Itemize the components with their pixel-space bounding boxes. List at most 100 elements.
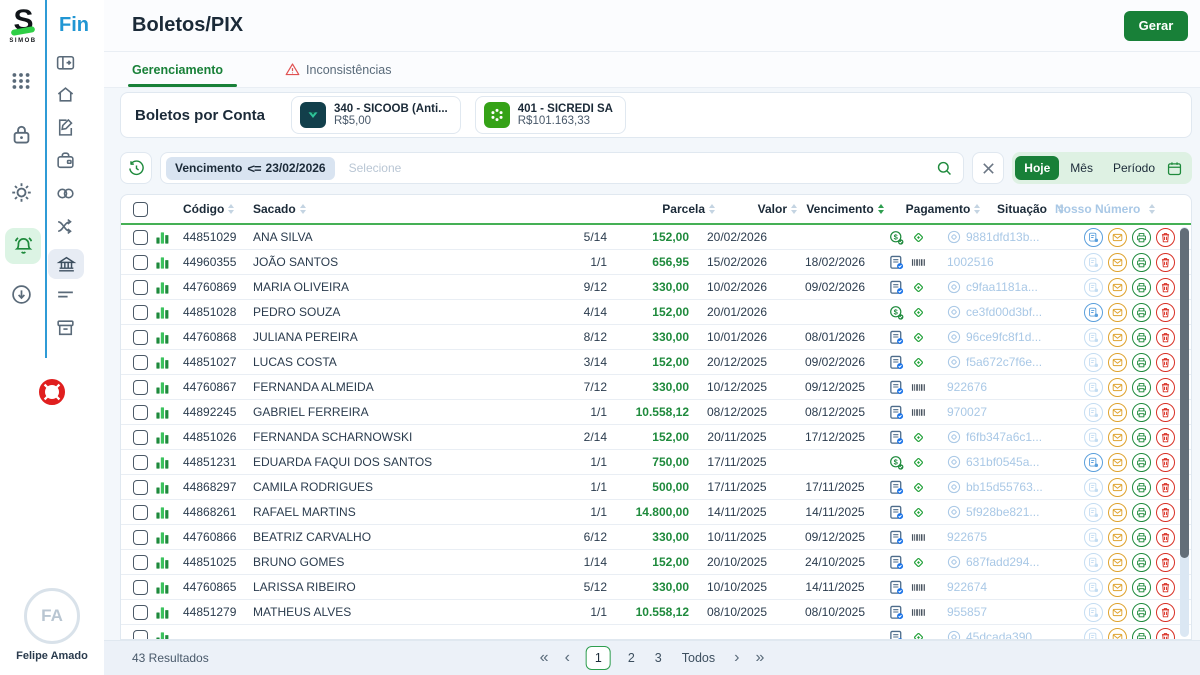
prev-page-button[interactable]: ‹ [565,649,570,667]
bank-icon[interactable] [48,249,84,279]
email-button[interactable] [1108,403,1127,422]
delete-button[interactable] [1156,578,1175,597]
delete-button[interactable] [1156,378,1175,397]
search-icon[interactable] [936,160,953,177]
cell-nosso-numero[interactable]: c9faa1181a... [947,280,1067,294]
row-checkbox[interactable] [133,480,148,495]
panel-icon[interactable] [55,52,76,73]
cell-nosso-numero[interactable]: 922676 [947,380,1067,394]
boleto-update-button[interactable] [1084,228,1103,247]
installments-chart-icon[interactable] [155,480,170,495]
boleto-update-button[interactable] [1084,503,1103,522]
cell-nosso-numero[interactable]: ce3fd00d3bf... [947,305,1067,319]
installments-chart-icon[interactable] [155,405,170,420]
column-header-sit[interactable]: Situação [993,202,1055,216]
boleto-update-button[interactable] [1084,353,1103,372]
cell-nosso-numero[interactable]: 922675 [947,530,1067,544]
installments-chart-icon[interactable] [155,380,170,395]
filter-input[interactable]: Vencimento <= 23/02/2026 Selecione [160,152,964,184]
row-checkbox[interactable] [133,255,148,270]
page-button[interactable]: 3 [652,647,665,669]
cell-nosso-numero[interactable]: f6fb347a6c1... [947,430,1067,444]
installments-chart-icon[interactable] [155,230,170,245]
installments-chart-icon[interactable] [155,580,170,595]
email-button[interactable] [1108,303,1127,322]
installments-chart-icon[interactable] [155,455,170,470]
installments-chart-icon[interactable] [155,530,170,545]
email-button[interactable] [1108,328,1127,347]
boleto-update-button[interactable] [1084,403,1103,422]
calendar-icon[interactable] [1166,160,1183,177]
delete-button[interactable] [1156,553,1175,572]
installments-chart-icon[interactable] [155,255,170,270]
email-button[interactable] [1108,353,1127,372]
row-checkbox[interactable] [133,405,148,420]
row-checkbox[interactable] [133,605,148,620]
boleto-update-button[interactable] [1084,453,1103,472]
email-button[interactable] [1108,428,1127,447]
print-button[interactable] [1132,528,1151,547]
cell-nosso-numero[interactable]: 9881dfd13b... [947,230,1067,244]
boleto-update-button[interactable] [1084,578,1103,597]
print-button[interactable] [1132,228,1151,247]
email-button[interactable] [1108,553,1127,572]
period-today-button[interactable]: Hoje [1015,156,1059,180]
column-header-venc[interactable]: Vencimento [797,202,893,216]
email-button[interactable] [1108,278,1127,297]
cell-nosso-numero[interactable]: f5a672c7f6e... [947,355,1067,369]
row-checkbox[interactable] [133,555,148,570]
installments-chart-icon[interactable] [155,555,170,570]
print-button[interactable] [1132,603,1151,622]
email-button[interactable] [1108,503,1127,522]
page-button[interactable]: 2 [625,647,638,669]
generate-button[interactable]: Gerar [1124,11,1188,41]
email-button[interactable] [1108,628,1127,641]
tab-management[interactable]: Gerenciamento [132,52,223,87]
delete-button[interactable] [1156,403,1175,422]
archive-box-icon[interactable] [55,317,76,338]
column-header-nosso[interactable]: Nosso Número [1055,202,1175,216]
shuffle-icon[interactable] [55,216,76,237]
installments-chart-icon[interactable] [155,330,170,345]
cell-nosso-numero[interactable]: 5f928be821... [947,505,1067,519]
cell-nosso-numero[interactable]: bb15d55763... [947,480,1067,494]
boleto-update-button[interactable] [1084,528,1103,547]
row-checkbox[interactable] [133,455,148,470]
email-button[interactable] [1108,478,1127,497]
boleto-update-button[interactable] [1084,253,1103,272]
row-checkbox[interactable] [133,380,148,395]
installments-chart-icon[interactable] [155,355,170,370]
installments-chart-icon[interactable] [155,430,170,445]
print-button[interactable] [1132,403,1151,422]
boleto-update-button[interactable] [1084,428,1103,447]
history-reset-button[interactable] [120,152,152,184]
next-page-button[interactable]: › [734,649,739,667]
cell-nosso-numero[interactable]: 96ce9fc8f1d... [947,330,1067,344]
column-header-parcela[interactable]: Parcela [665,202,715,216]
boleto-update-button[interactable] [1084,278,1103,297]
account-card-sicoob[interactable]: 340 - SICOOB (Anti... R$5,00 [291,96,461,134]
delete-button[interactable] [1156,603,1175,622]
download-circle-icon[interactable] [10,283,33,306]
installments-chart-icon[interactable] [155,305,170,320]
scrollbar-thumb[interactable] [1180,228,1189,558]
row-checkbox[interactable] [133,330,148,345]
email-button[interactable] [1108,378,1127,397]
row-checkbox[interactable] [133,355,148,370]
first-page-button[interactable]: « [540,649,549,667]
cell-nosso-numero[interactable]: 687fadd294... [947,555,1067,569]
cell-nosso-numero[interactable]: 970027 [947,405,1067,419]
delete-button[interactable] [1156,328,1175,347]
delete-button[interactable] [1156,253,1175,272]
print-button[interactable] [1132,353,1151,372]
installments-chart-icon[interactable] [155,605,170,620]
boleto-update-button[interactable] [1084,378,1103,397]
email-button[interactable] [1108,253,1127,272]
delete-button[interactable] [1156,528,1175,547]
cell-nosso-numero[interactable]: 955857 [947,605,1067,619]
delete-button[interactable] [1156,303,1175,322]
lock-icon[interactable] [10,123,33,146]
print-button[interactable] [1132,428,1151,447]
cell-nosso-numero[interactable]: 922674 [947,580,1067,594]
account-card-sicredi[interactable]: 401 - SICREDI SA R$101.163,33 [475,96,626,134]
